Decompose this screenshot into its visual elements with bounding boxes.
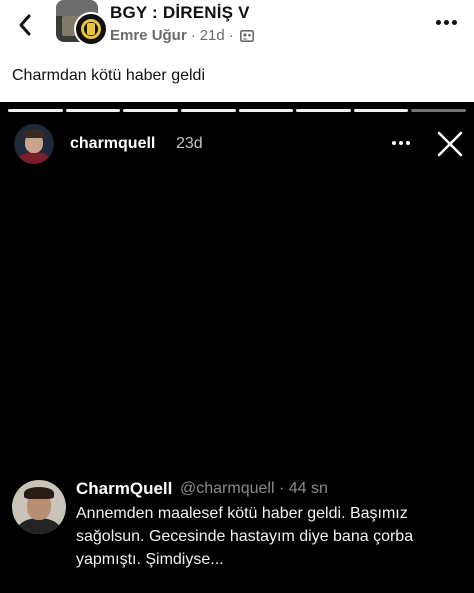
- more-dot: [399, 141, 403, 145]
- story-username[interactable]: charmquell: [70, 135, 155, 153]
- group-privacy-icon: [239, 29, 254, 42]
- post-header: BGY : DİRENİŞ V Emre Uğur · 21d ·: [0, 0, 474, 58]
- story-progress-segment: [296, 109, 351, 112]
- story-progress-segment: [8, 109, 63, 112]
- story-progress-segment: [123, 109, 178, 112]
- close-icon[interactable]: [436, 130, 464, 158]
- story-progress-segment: [411, 109, 466, 112]
- story-progress-bar: [8, 109, 466, 112]
- more-dot: [443, 19, 449, 25]
- story-progress-segment: [180, 109, 236, 112]
- post-more-button[interactable]: [432, 10, 460, 34]
- story-more-button[interactable]: [388, 138, 414, 148]
- more-dot: [406, 141, 410, 145]
- story-time: 23d: [176, 135, 203, 152]
- more-horizontal-icon: [435, 19, 441, 25]
- back-button[interactable]: [12, 10, 38, 40]
- story-progress-segment: [65, 109, 121, 112]
- story-progress-segment: [238, 109, 294, 112]
- post-text: Charmdan kötü haber geldi: [12, 67, 206, 84]
- more-horizontal-icon: [392, 141, 396, 145]
- meta-separator-2: ·: [228, 27, 234, 44]
- story-image[interactable]: charmquell 23d CharmQuell @charmquell · …: [0, 102, 474, 593]
- story-avatar[interactable]: [14, 124, 54, 164]
- post-meta: Emre Uğur · 21d ·: [110, 27, 254, 44]
- tweet-display-name: CharmQuell: [76, 479, 173, 498]
- tweet-text: Annemden maalesef kötü haber geldi. Başı…: [76, 505, 414, 568]
- more-dot: [451, 19, 457, 25]
- group-avatar-stack[interactable]: [56, 0, 110, 46]
- group-title[interactable]: BGY : DİRENİŞ V: [110, 3, 250, 23]
- tweet-handle-time: @charmquell · 44 sn: [180, 480, 328, 497]
- post-author[interactable]: Emre Uğur: [110, 27, 187, 44]
- post-time[interactable]: 21d: [200, 27, 225, 44]
- meta-separator: ·: [190, 27, 196, 44]
- story-progress-segment: [353, 109, 409, 112]
- tweet-avatar: [12, 480, 66, 534]
- chevron-left-icon: [19, 14, 31, 36]
- author-avatar: [74, 12, 108, 46]
